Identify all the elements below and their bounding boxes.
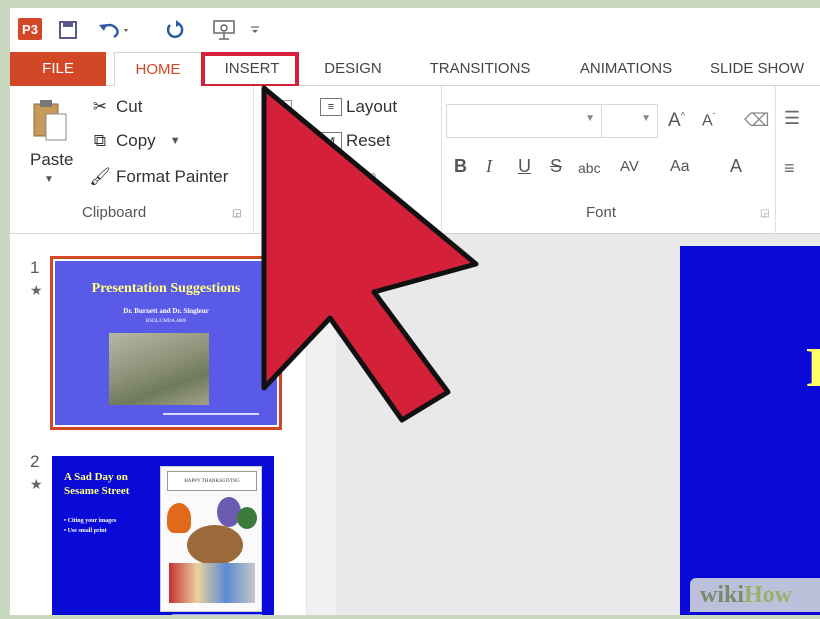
slide-number: 1 [30, 258, 40, 277]
slides-group: ≡ Layout ↺ Reset Section [254, 86, 442, 234]
paste-button[interactable]: Paste [30, 150, 73, 170]
character-figure [167, 503, 191, 533]
animation-star-icon: ★ [30, 282, 43, 298]
font-group-label: Font [586, 204, 617, 221]
chevron-down-icon[interactable]: ▼ [170, 135, 181, 147]
scissors-icon: ✂ [92, 97, 108, 116]
font-group: ▼ ▼ A^ Aˇ ⌫ B I U S abc AV Aa A Font ◲ [442, 86, 776, 234]
chevron-down-icon: ▼ [585, 113, 595, 124]
quick-access-toolbar: P3 [10, 8, 820, 52]
slide-number: 2 [30, 452, 40, 471]
powerpoint-window: P3 FILE HOME INSERT DESIGN TRANSITIONS A… [10, 8, 820, 615]
bullets-icon[interactable]: ☰ [784, 108, 800, 129]
tab-file[interactable]: FILE [10, 52, 106, 86]
reset-button[interactable]: ↺ Reset [320, 128, 390, 154]
format-painter-label: Format Painter [116, 167, 229, 186]
watermark-how: How [744, 582, 793, 608]
bullet-text: Citing your images [67, 518, 117, 524]
slide-subtitle: BSDL/CMDA 4800 [145, 319, 187, 324]
slide-bullet: • Citing your images [64, 518, 117, 524]
copy-label: Copy [116, 131, 156, 150]
powerpoint-icon[interactable]: P3 [18, 18, 42, 40]
tab-home[interactable]: HOME [114, 52, 202, 87]
wikihow-watermark: wikiHow [690, 578, 820, 612]
font-name-dropdown[interactable]: ▼ [446, 104, 602, 138]
copy-icon: ⧉ [93, 131, 107, 150]
undo-icon[interactable] [96, 18, 134, 42]
section-button[interactable]: Section [320, 164, 377, 190]
tab-slide-show[interactable]: SLIDE SHOW [710, 52, 820, 86]
layout-label: Layout [346, 97, 398, 116]
font-size-dropdown[interactable]: ▼ [602, 104, 658, 138]
tab-design[interactable]: DESIGN [308, 52, 398, 86]
insert-tab-highlight-box [201, 52, 299, 88]
section-label: Section [320, 167, 377, 186]
slide-image: HAPPY THANKSGIVING [160, 466, 262, 612]
slide-editing-area[interactable]: P [336, 234, 820, 615]
clear-formatting-icon[interactable]: ⌫ [744, 110, 769, 131]
slide-bullet: • Use small print [64, 528, 107, 534]
watermark-wiki: wiki [700, 582, 745, 608]
format-painter-button[interactable]: 🖌 Format Painter [88, 164, 228, 190]
slide-title: A Sad Day on Sesame Street [64, 471, 130, 497]
shadow-button[interactable]: S [550, 156, 562, 177]
ribbon-tabs: FILE HOME INSERT DESIGN TRANSITIONS ANIM… [10, 52, 820, 87]
repeat-icon[interactable] [160, 18, 190, 42]
slide-title: P [806, 336, 820, 400]
cut-label: Cut [116, 97, 143, 116]
slide-thumbnail-pane: 1 ★ Presentation Suggestions Dr. Burnett… [10, 234, 336, 615]
dialog-launcher-icon[interactable]: ◲ [232, 208, 241, 219]
shrink-font-icon[interactable]: Aˇ [702, 112, 715, 130]
layout-icon: ≡ [320, 98, 342, 116]
new-slide-icon[interactable] [264, 100, 292, 136]
banner-text: HAPPY THANKSGIVING [167, 471, 257, 491]
cut-button[interactable]: ✂ Cut [88, 94, 143, 120]
copy-button[interactable]: ⧉ Copy ▼ [88, 128, 181, 154]
grow-font-icon[interactable]: A^ [668, 110, 685, 132]
reset-label: Reset [346, 131, 391, 150]
slide-thumbnail[interactable]: A Sad Day on Sesame Street • Citing your… [52, 456, 274, 615]
chevron-down-icon[interactable]: ▼ [44, 174, 54, 185]
paragraph-group: ☰ ≡ [776, 86, 820, 234]
tab-animations[interactable]: ANIMATIONS [566, 52, 686, 86]
clipboard-group-label: Clipboard [82, 204, 147, 221]
chevron-down-icon[interactable] [246, 18, 264, 42]
font-color-button[interactable]: A [730, 156, 742, 177]
slide-subtitle: Dr. Burnett and Dr. Singleur [123, 307, 209, 315]
current-slide[interactable]: P [680, 246, 820, 615]
paste-icon[interactable] [32, 98, 68, 142]
tab-transitions[interactable]: TRANSITIONS [416, 52, 544, 86]
dialog-launcher-icon[interactable]: ◲ [760, 208, 769, 219]
slide-caption [172, 614, 262, 615]
scrollbar[interactable] [306, 234, 336, 615]
turkey-figure [187, 525, 243, 565]
slide-preview: Presentation Suggestions Dr. Burnett and… [55, 261, 277, 425]
bold-button[interactable]: B [454, 156, 467, 177]
align-left-icon[interactable]: ≡ [784, 158, 795, 179]
bullet-text: Use small print [67, 528, 107, 534]
slide-caption [163, 413, 259, 415]
change-case-button[interactable]: Aa [670, 158, 690, 176]
italic-button[interactable]: I [486, 156, 492, 177]
clipboard-group: Paste ▼ ✂ Cut ⧉ Copy ▼ 🖌 Format Painter … [10, 86, 254, 234]
slide-title: Presentation Suggestions [91, 281, 241, 296]
animation-star-icon: ★ [30, 476, 43, 492]
character-group [169, 563, 255, 603]
strikethrough-button[interactable]: abc [578, 160, 601, 176]
save-icon[interactable] [56, 18, 80, 42]
layout-button[interactable]: ≡ Layout [320, 94, 397, 120]
paintbrush-icon: 🖌 [89, 167, 111, 186]
chevron-down-icon: ▼ [641, 113, 651, 124]
underline-button[interactable]: U [518, 156, 531, 177]
reset-icon: ↺ [320, 132, 342, 150]
character-figure [237, 507, 257, 529]
slide-photo [109, 333, 209, 405]
character-spacing-button[interactable]: AV [620, 158, 639, 175]
presentation-icon[interactable] [208, 18, 242, 42]
slide-thumbnail[interactable]: Presentation Suggestions Dr. Burnett and… [50, 256, 282, 430]
ribbon: Paste ▼ ✂ Cut ⧉ Copy ▼ 🖌 Format Painter … [10, 86, 820, 234]
